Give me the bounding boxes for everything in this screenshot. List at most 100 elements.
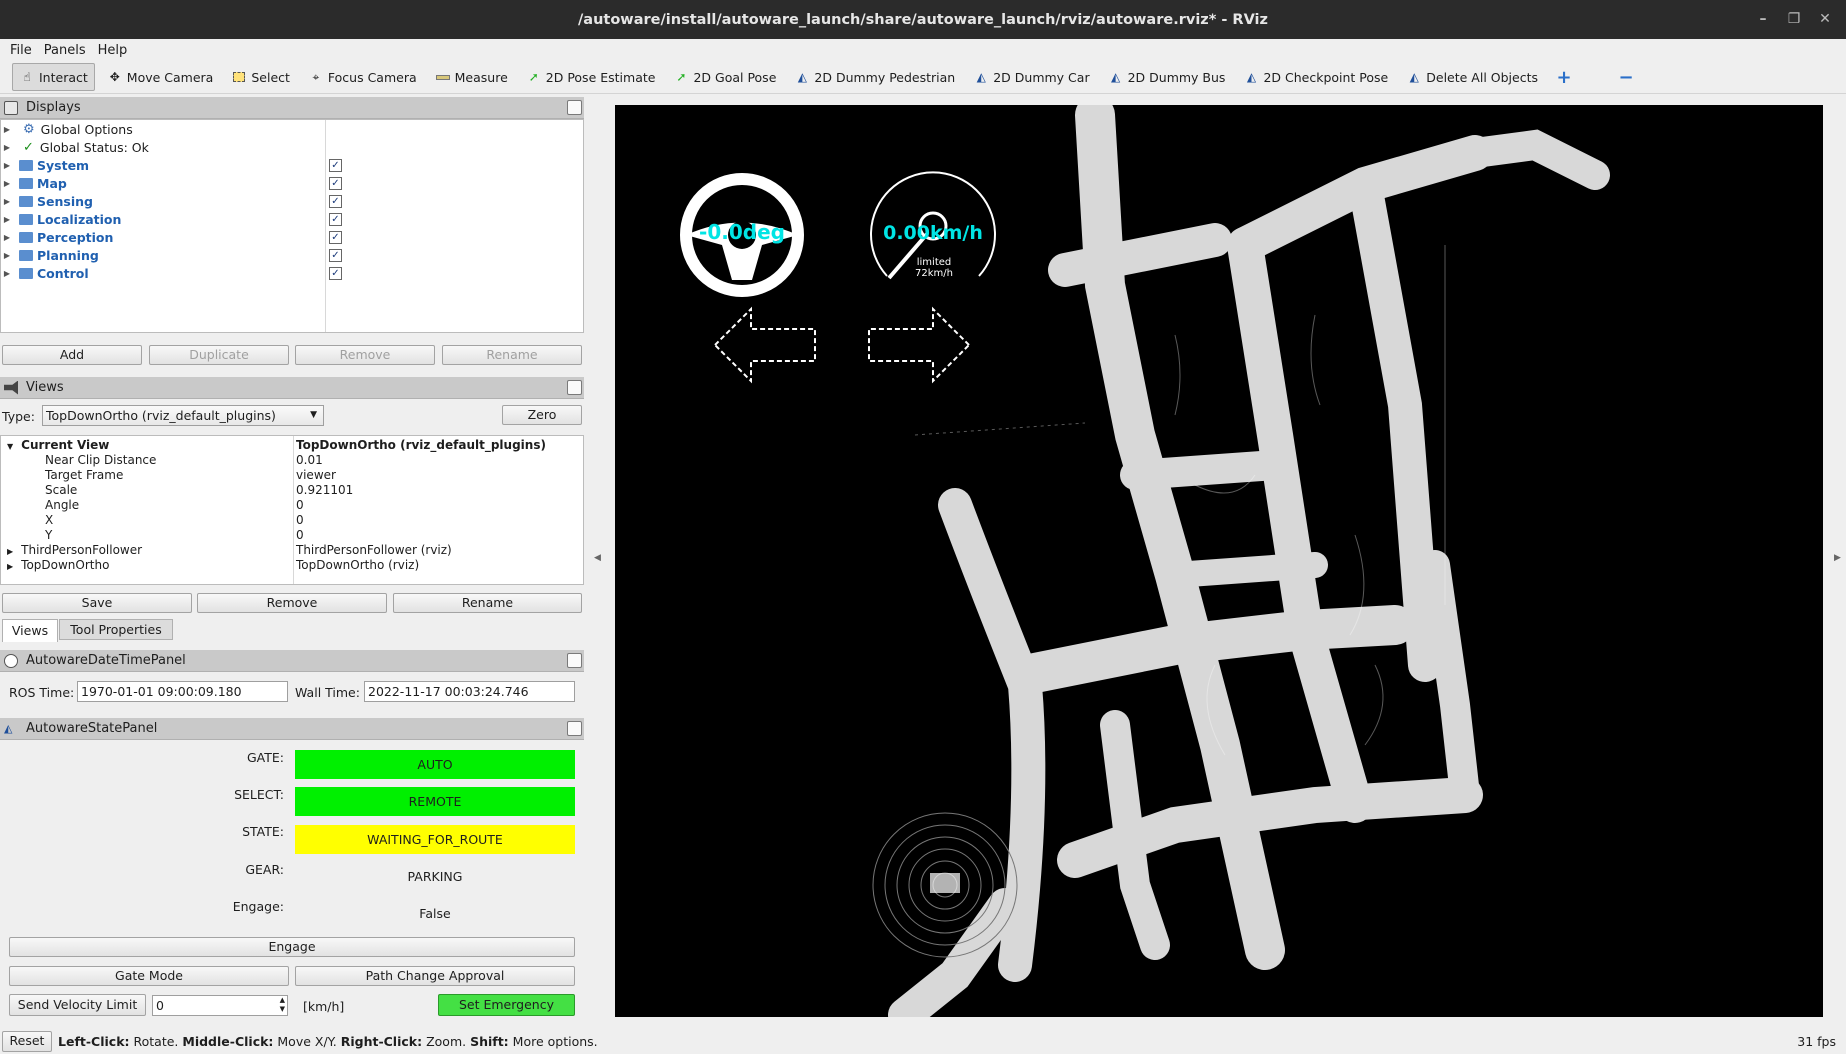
maximize-icon[interactable]: ❐	[1784, 9, 1804, 29]
folder-icon	[19, 213, 33, 225]
sensing-checkbox[interactable]: ✓	[329, 195, 342, 208]
collapse-right-icon[interactable]: ▶	[1834, 553, 1841, 563]
map-checkbox[interactable]: ✓	[329, 177, 342, 190]
expand-arrow-icon[interactable]: ▶	[1, 215, 13, 224]
tool-select[interactable]: Select	[225, 63, 296, 91]
view-row-top-down[interactable]: ▶ TopDownOrtho	[7, 558, 109, 572]
remove-view-button[interactable]: Remove	[197, 593, 387, 613]
expand-arrow-icon[interactable]: ▶	[7, 562, 13, 571]
view-type-select[interactable]: TopDownOrtho (rviz_default_plugins) ▼	[42, 405, 324, 426]
set-emergency-button[interactable]: Set Emergency	[438, 994, 575, 1016]
tool-2d-dummy-bus[interactable]: ◭ 2D Dummy Bus	[1102, 63, 1232, 91]
tool-2d-pose-estimate[interactable]: ➚ 2D Pose Estimate	[520, 63, 662, 91]
view-row-value[interactable]: 0	[296, 498, 304, 512]
view-row-value[interactable]: 0	[296, 528, 304, 542]
view-row-x: X	[45, 513, 54, 527]
view-row-value[interactable]: 0	[296, 513, 304, 527]
tool-move-camera[interactable]: ✥ Move Camera	[101, 63, 220, 91]
planning-checkbox[interactable]: ✓	[329, 249, 342, 262]
close-icon[interactable]: ✕	[1815, 9, 1835, 29]
expand-arrow-icon[interactable]: ▶	[1, 179, 13, 188]
display-planning[interactable]: ▶ Planning	[1, 246, 325, 264]
panel-close-checkbox[interactable]	[567, 380, 582, 395]
engage-button[interactable]: Engage	[9, 937, 575, 957]
tool-2d-goal-pose[interactable]: ➚ 2D Goal Pose	[667, 63, 782, 91]
rename-view-button[interactable]: Rename	[393, 593, 582, 613]
expand-arrow-icon[interactable]: ▶	[1, 269, 13, 278]
panel-close-checkbox[interactable]	[567, 100, 582, 115]
control-checkbox[interactable]: ✓	[329, 267, 342, 280]
tool-2d-dummy-pedestrian[interactable]: ◭ 2D Dummy Pedestrian	[788, 63, 961, 91]
select-status: REMOTE	[295, 787, 575, 816]
state-panel-header: ◭ AutowareStatePanel	[0, 718, 584, 740]
steering-angle-text: -0.0deg	[699, 220, 785, 244]
menu-panels[interactable]: Panels	[44, 43, 86, 58]
display-map[interactable]: ▶ Map	[1, 174, 325, 192]
view-row-value[interactable]: viewer	[296, 468, 336, 482]
send-velocity-limit-button[interactable]: Send Velocity Limit	[9, 994, 146, 1016]
expand-arrow-icon[interactable]: ▶	[1, 197, 13, 206]
rename-display-button[interactable]: Rename	[442, 345, 582, 365]
display-localization[interactable]: ▶ Localization	[1, 210, 325, 228]
tool-2d-checkpoint-pose[interactable]: ◭ 2D Checkpoint Pose	[1237, 63, 1394, 91]
view-row-current[interactable]: ▼ Current View	[7, 438, 109, 452]
localization-checkbox[interactable]: ✓	[329, 213, 342, 226]
perception-checkbox[interactable]: ✓	[329, 231, 342, 244]
panel-close-checkbox[interactable]	[567, 653, 582, 668]
menu-file[interactable]: File	[10, 43, 32, 58]
expand-arrow-icon[interactable]: ▶	[1, 125, 13, 134]
view-row-scale: Scale	[45, 483, 78, 497]
add-display-button[interactable]: Add	[2, 345, 142, 365]
velocity-limit-input[interactable]: 0 ▲ ▼	[152, 995, 288, 1016]
autoware-logo-icon: ◭	[797, 70, 807, 84]
path-change-approval-button[interactable]: Path Change Approval	[295, 966, 575, 986]
save-view-button[interactable]: Save	[2, 593, 192, 613]
gate-mode-button[interactable]: Gate Mode	[9, 966, 289, 986]
expand-arrow-icon[interactable]: ▶	[1, 161, 13, 170]
remove-tool-button[interactable]: −	[1612, 63, 1644, 91]
autoware-logo-icon: ◭	[1409, 70, 1419, 84]
add-tool-button[interactable]: +	[1550, 63, 1582, 91]
view-row-third-person[interactable]: ▶ ThirdPersonFollower	[7, 543, 142, 557]
tool-focus-camera[interactable]: ⌖ Focus Camera	[302, 63, 423, 91]
tool-interact[interactable]: ☝ Interact	[12, 63, 95, 91]
folder-icon	[19, 177, 33, 189]
view-row-value[interactable]: 0.01	[296, 453, 323, 467]
collapse-left-icon[interactable]: ◀	[594, 553, 601, 563]
ros-time-field: 1970-01-01 09:00:09.180	[77, 681, 288, 702]
display-global-status[interactable]: ▶ ✓ Global Status: Ok	[1, 138, 325, 156]
tool-delete-all-objects[interactable]: ◭ Delete All Objects	[1400, 63, 1544, 91]
display-system[interactable]: ▶ System	[1, 156, 325, 174]
tool-2d-dummy-car[interactable]: ◭ 2D Dummy Car	[967, 63, 1095, 91]
tab-tool-properties[interactable]: Tool Properties	[59, 619, 173, 640]
zero-view-button[interactable]: Zero	[502, 405, 582, 425]
display-sensing[interactable]: ▶ Sensing	[1, 192, 325, 210]
view-row-value[interactable]: 0.921101	[296, 483, 353, 497]
panel-close-checkbox[interactable]	[567, 721, 582, 736]
remove-display-button[interactable]: Remove	[295, 345, 435, 365]
display-control[interactable]: ▶ Control	[1, 264, 325, 282]
duplicate-display-button[interactable]: Duplicate	[149, 345, 289, 365]
autoware-logo-icon: ◭	[1246, 70, 1257, 84]
system-checkbox[interactable]: ✓	[329, 159, 342, 172]
menu-help[interactable]: Help	[98, 43, 128, 58]
minus-icon: −	[1618, 66, 1634, 88]
display-perception[interactable]: ▶ Perception	[1, 228, 325, 246]
render-viewport[interactable]: -0.0deg 0.00km/h limited 72km/h	[615, 105, 1823, 1017]
tool-bar: ☝ Interact ✥ Move Camera Select ⌖ Focus Cam…	[0, 61, 1846, 94]
gate-label: GATE:	[246, 750, 284, 765]
reset-button[interactable]: Reset	[2, 1030, 52, 1052]
display-global-options[interactable]: ▶ ⚙ Global Options	[1, 120, 325, 138]
right-turn-signal-icon	[868, 306, 971, 384]
expand-arrow-icon[interactable]: ▶	[1, 143, 13, 152]
expand-arrow-icon[interactable]: ▶	[1, 233, 13, 242]
spinbox-arrows-icon[interactable]: ▲ ▼	[280, 996, 285, 1014]
tab-views[interactable]: Views	[2, 619, 58, 642]
folder-icon	[19, 159, 33, 171]
minimize-icon[interactable]: –	[1753, 9, 1773, 29]
expand-arrow-icon[interactable]: ▶	[1, 251, 13, 260]
crosshair-icon: ⌖	[312, 69, 320, 84]
tool-measure[interactable]: Measure	[429, 63, 514, 91]
expand-arrow-icon[interactable]: ▼	[7, 442, 13, 451]
expand-arrow-icon[interactable]: ▶	[7, 547, 13, 556]
